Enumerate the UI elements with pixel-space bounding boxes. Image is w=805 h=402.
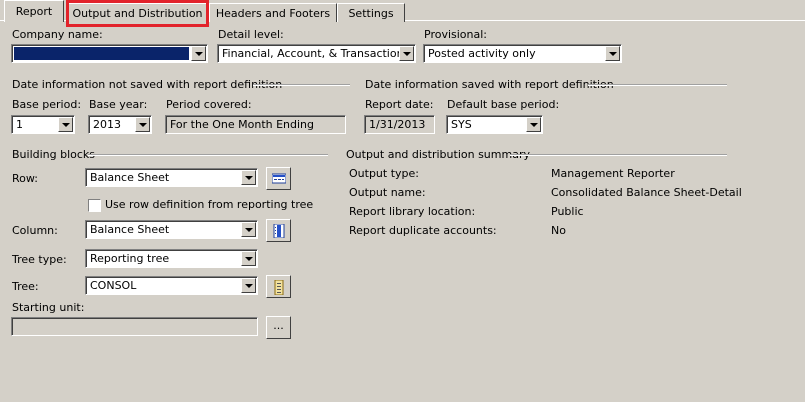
group-divider — [510, 154, 727, 156]
report-date-field: 1/31/2013 — [364, 115, 435, 134]
chevron-down-icon[interactable] — [191, 46, 206, 61]
default-base-period-value: SYS — [451, 118, 472, 131]
tree-label: Tree: — [12, 280, 39, 293]
period-covered-value: For the One Month Ending — [170, 118, 315, 131]
column-value: Balance Sheet — [90, 223, 170, 236]
company-name-dropdown[interactable] — [11, 44, 208, 63]
row-value: Balance Sheet — [90, 171, 170, 184]
chevron-down-icon[interactable] — [241, 251, 256, 266]
building-blocks-heading: Building blocks — [12, 148, 96, 161]
tab-settings[interactable]: Settings — [337, 3, 405, 22]
default-base-period-dropdown[interactable]: SYS — [446, 115, 543, 134]
chevron-down-icon[interactable] — [526, 117, 541, 132]
group-divider — [588, 84, 727, 86]
chevron-down-icon[interactable] — [605, 46, 620, 61]
company-name-label: Company name: — [12, 28, 103, 41]
provisional-dropdown[interactable]: Posted activity only — [423, 44, 622, 63]
use-row-definition-label: Use row definition from reporting tree — [105, 198, 314, 211]
starting-unit-browse-button[interactable]: ... — [266, 316, 291, 339]
provisional-label: Provisional: — [424, 28, 488, 41]
tree-type-dropdown[interactable]: Reporting tree — [85, 249, 258, 268]
summary-value-library-location: Public — [551, 205, 584, 218]
chevron-down-icon[interactable] — [58, 117, 73, 132]
tree-dropdown[interactable]: CONSOL — [85, 276, 258, 295]
period-covered-label: Period covered: — [166, 98, 252, 111]
tree-icon — [274, 280, 284, 295]
chevron-down-icon[interactable] — [135, 117, 150, 132]
starting-unit-label: Starting unit: — [12, 301, 85, 314]
date-not-saved-heading: Date information not saved with report d… — [12, 78, 283, 91]
row-dropdown[interactable]: Balance Sheet — [85, 168, 258, 187]
column-label: Column: — [12, 224, 58, 237]
tree-definition-button[interactable] — [266, 275, 291, 298]
group-divider — [88, 154, 328, 156]
summary-value-output-name: Consolidated Balance Sheet-Detail — [551, 186, 742, 199]
summary-value-output-type: Management Reporter — [551, 167, 675, 180]
detail-level-value: Financial, Account, & Transaction — [222, 47, 404, 60]
default-base-period-label: Default base period: — [447, 98, 560, 111]
tree-type-value: Reporting tree — [90, 252, 170, 265]
use-row-definition-checkbox[interactable] — [88, 199, 101, 212]
tree-type-label: Tree type: — [12, 253, 67, 266]
detail-level-dropdown[interactable]: Financial, Account, & Transaction — [217, 44, 416, 63]
base-year-dropdown[interactable]: 2013 — [88, 115, 152, 134]
column-definition-icon — [273, 224, 285, 238]
chevron-down-icon[interactable] — [241, 222, 256, 237]
group-divider — [253, 84, 350, 86]
report-date-value: 1/31/2013 — [369, 118, 426, 131]
starting-unit-field — [11, 317, 258, 336]
tab-report[interactable]: Report — [4, 0, 64, 22]
summary-label-duplicate-accounts: Report duplicate accounts: — [349, 224, 497, 237]
row-definition-icon — [272, 173, 286, 184]
column-definition-button[interactable] — [266, 219, 291, 242]
base-year-label: Base year: — [89, 98, 148, 111]
date-saved-heading: Date information saved with report defin… — [365, 78, 614, 91]
chevron-down-icon[interactable] — [399, 46, 414, 61]
tree-value: CONSOL — [90, 279, 137, 292]
detail-level-label: Detail level: — [218, 28, 284, 41]
company-name-value — [14, 47, 189, 60]
row-label: Row: — [12, 172, 38, 185]
provisional-value: Posted activity only — [428, 47, 536, 60]
highlight-box — [66, 0, 209, 27]
chevron-down-icon[interactable] — [241, 278, 256, 293]
summary-label-library-location: Report library location: — [349, 205, 476, 218]
period-covered-field: For the One Month Ending — [165, 115, 346, 134]
base-period-label: Base period: — [12, 98, 82, 111]
summary-label-output-name: Output name: — [349, 186, 426, 199]
ellipsis-icon: ... — [273, 319, 284, 332]
chevron-down-icon[interactable] — [241, 170, 256, 185]
summary-value-duplicate-accounts: No — [551, 224, 566, 237]
base-year-value: 2013 — [93, 118, 121, 131]
row-definition-button[interactable] — [266, 167, 291, 190]
report-date-label: Report date: — [365, 98, 434, 111]
summary-heading: Output and distribution summary — [346, 148, 530, 161]
base-period-dropdown[interactable]: 1 — [11, 115, 75, 134]
base-period-value: 1 — [16, 118, 23, 131]
tab-headers-and-footers[interactable]: Headers and Footers — [209, 3, 337, 22]
column-dropdown[interactable]: Balance Sheet — [85, 220, 258, 239]
summary-label-output-type: Output type: — [349, 167, 419, 180]
